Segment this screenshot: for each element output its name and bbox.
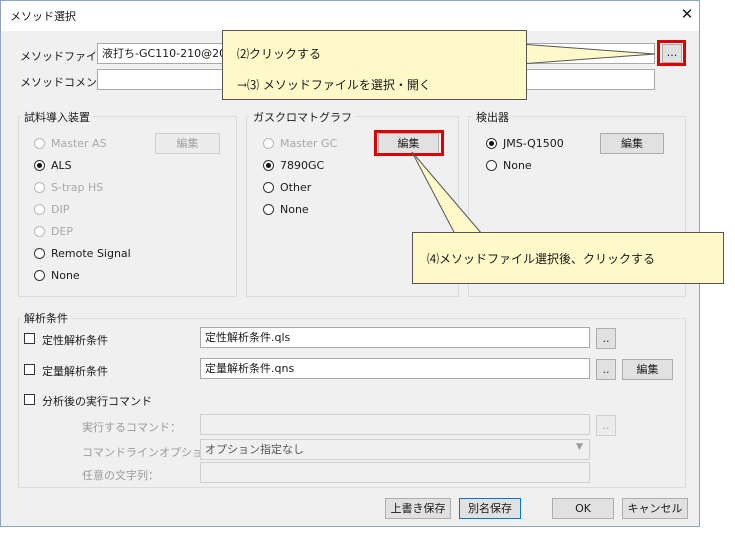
top-callout-line1: ⑵クリックする [237,47,322,61]
bottom-callout-text: ⑷メソッドファイル選択後、クリックする [427,252,656,266]
top-callout-line2: →⑶ メソッドファイルを選択・開く [237,78,431,92]
top-callout: ⑵クリックする →⑶ メソッドファイルを選択・開く [222,30,527,100]
top-callout-tail [519,43,656,65]
bottom-callout-tail [411,151,484,235]
bottom-callout: ⑷メソッドファイル選択後、クリックする [412,232,724,284]
